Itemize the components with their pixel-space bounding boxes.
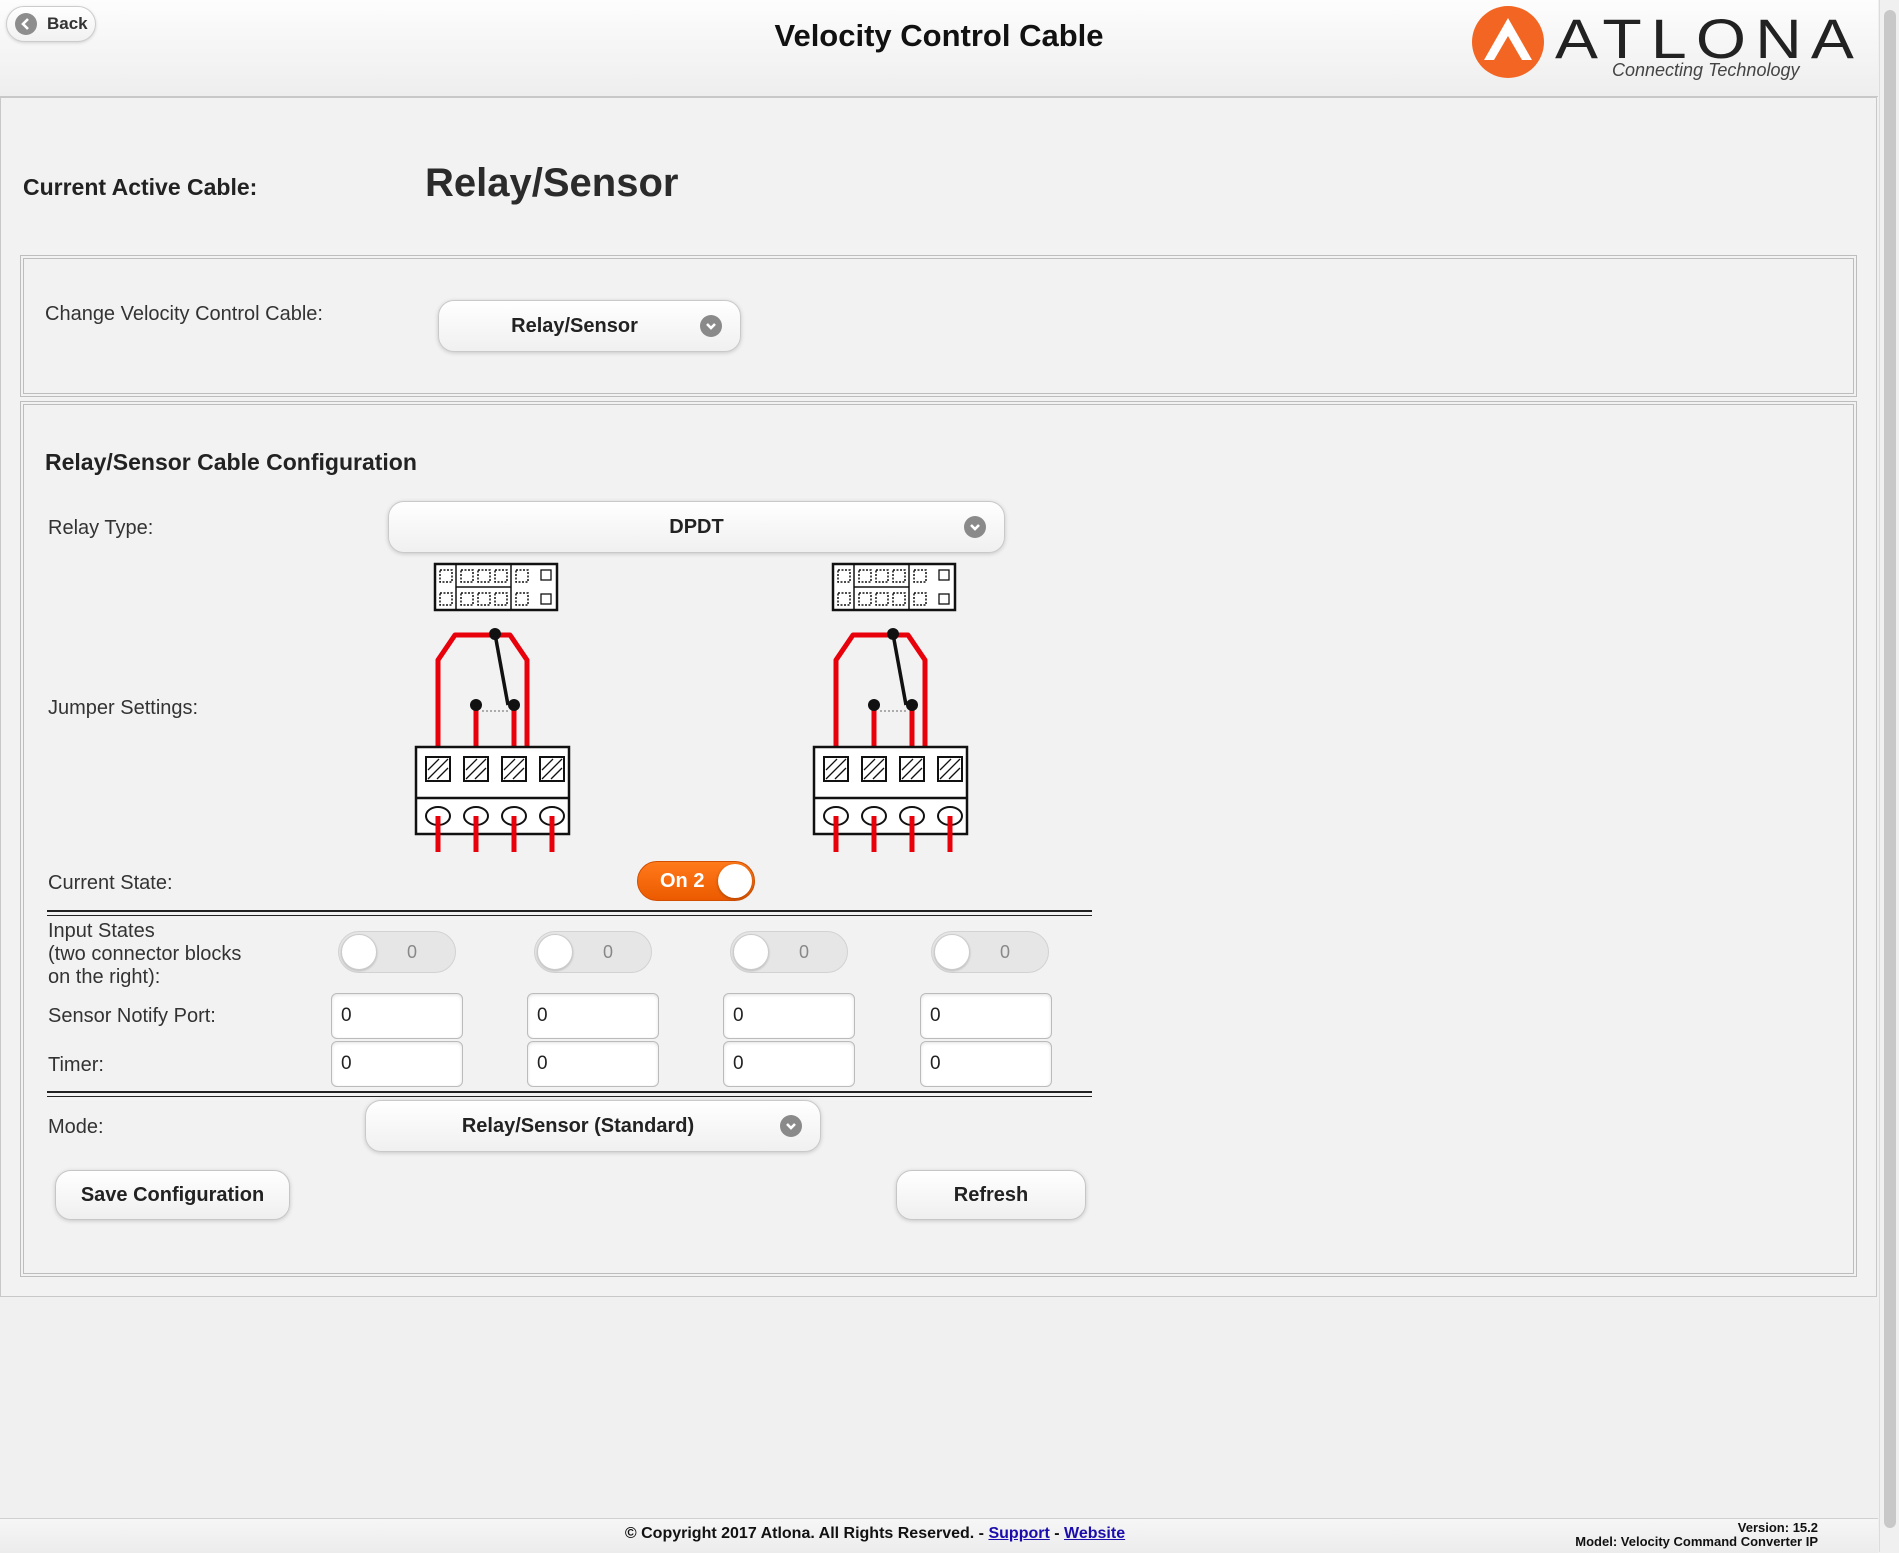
footer-copyright-line: © Copyright 2017 Atlona. All Rights Rese…: [0, 1525, 1750, 1543]
toggle-knob: [341, 934, 377, 970]
toggle-knob: [718, 864, 752, 898]
toggle-knob: [537, 934, 573, 970]
current-state-toggle[interactable]: On 2: [637, 861, 755, 901]
divider-top: [47, 910, 1092, 916]
input-state-value: 0: [799, 942, 810, 962]
sensor-notify-port-4[interactable]: [920, 993, 1052, 1039]
divider-bottom: [47, 1091, 1092, 1097]
website-link[interactable]: Website: [1064, 1525, 1125, 1542]
relay-type-select[interactable]: DPDT: [388, 501, 1005, 553]
version-info: Version: 15.2 Model: Velocity Command Co…: [1575, 1521, 1818, 1549]
timer-input-1[interactable]: [331, 1041, 463, 1087]
input-state-toggle-2[interactable]: 0: [534, 931, 652, 973]
config-section-title: Relay/Sensor Cable Configuration: [45, 449, 417, 475]
toggle-knob: [733, 934, 769, 970]
input-state-toggle-4[interactable]: 0: [931, 931, 1049, 973]
current-active-cable-value: Relay/Sensor: [425, 161, 679, 205]
copyright-text: © Copyright 2017 Atlona. All Rights Rese…: [624, 1525, 985, 1542]
relay-type-selected: DPDT: [669, 515, 724, 538]
sensor-notify-label: Sensor Notify Port:: [48, 1005, 216, 1027]
input-states-label-line1: Input States: [48, 920, 155, 942]
input-state-value: 0: [1000, 942, 1011, 962]
footer-separator: -: [1054, 1525, 1060, 1542]
sensor-notify-port-1[interactable]: [331, 993, 463, 1039]
vertical-scrollbar[interactable]: [1879, 0, 1899, 1552]
timer-input-2[interactable]: [527, 1041, 659, 1087]
relay-jumper-diagram-1: [414, 562, 571, 852]
sensor-notify-port-2[interactable]: [527, 993, 659, 1039]
change-cable-label: Change Velocity Control Cable:: [45, 303, 323, 325]
timer-input-3[interactable]: [723, 1041, 855, 1087]
current-state-value: On 2: [660, 870, 705, 892]
input-states-label: Input States (two connector blocks on th…: [48, 920, 241, 989]
input-states-label-line2: (two connector blocks: [48, 943, 242, 965]
toggle-knob: [934, 934, 970, 970]
relay-jumper-diagram-2: [812, 562, 969, 852]
relay-type-label: Relay Type:: [48, 517, 154, 539]
chevron-down-icon: [964, 516, 986, 538]
footer: © Copyright 2017 Atlona. All Rights Rese…: [0, 1518, 1878, 1553]
support-link[interactable]: Support: [988, 1525, 1049, 1542]
header-bar: Back Velocity Control Cable ATLONA Conne…: [0, 0, 1878, 97]
mode-select[interactable]: Relay/Sensor (Standard): [365, 1100, 821, 1152]
timer-input-4[interactable]: [920, 1041, 1052, 1087]
save-configuration-button[interactable]: Save Configuration: [55, 1170, 290, 1220]
scrollbar-thumb[interactable]: [1884, 10, 1896, 1528]
change-cable-select[interactable]: Relay/Sensor: [438, 300, 741, 352]
jumper-settings-label: Jumper Settings:: [48, 697, 199, 719]
version-text: Version: 15.2: [1737, 1520, 1818, 1535]
input-states-label-line3: on the right):: [48, 966, 161, 988]
mode-label: Mode:: [48, 1116, 104, 1138]
input-state-toggle-1[interactable]: 0: [338, 931, 456, 973]
input-state-toggle-3[interactable]: 0: [730, 931, 848, 973]
current-active-cable-label: Current Active Cable:: [23, 174, 258, 200]
refresh-button[interactable]: Refresh: [896, 1170, 1086, 1220]
change-cable-selected: Relay/Sensor: [511, 314, 638, 337]
timer-label: Timer:: [48, 1054, 104, 1076]
model-text: Model: Velocity Command Converter IP: [1575, 1534, 1818, 1549]
chevron-down-icon: [780, 1115, 802, 1137]
logo-tagline: Connecting Technology: [1612, 60, 1800, 80]
sensor-notify-port-3[interactable]: [723, 993, 855, 1039]
change-cable-panel: [20, 255, 1857, 397]
input-state-value: 0: [407, 942, 418, 962]
mode-selected: Relay/Sensor (Standard): [461, 1114, 695, 1137]
input-state-value: 0: [603, 942, 614, 962]
chevron-down-icon: [700, 315, 722, 337]
current-state-label: Current State:: [48, 872, 173, 894]
